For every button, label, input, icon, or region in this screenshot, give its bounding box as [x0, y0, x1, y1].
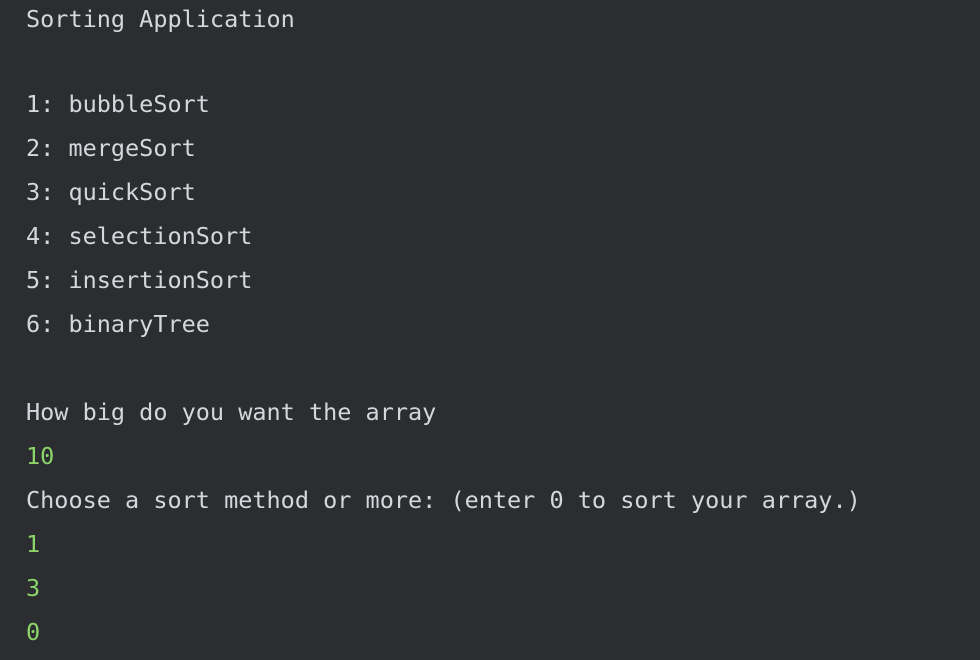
console-output[interactable]: Sorting Application 1: bubbleSort 2: mer…: [26, 0, 966, 660]
array-size-prompt: How big do you want the array: [26, 398, 437, 426]
menu-item-binary-tree: 6: binaryTree: [26, 310, 210, 338]
array-size-input: 10: [26, 442, 55, 470]
menu-item-quick-sort: 3: quickSort: [26, 178, 196, 206]
menu-item-merge-sort: 2: mergeSort: [26, 134, 196, 162]
sort-method-input: 0: [26, 618, 41, 646]
sort-method-input: 1: [26, 530, 41, 558]
app-title: Sorting Application: [26, 5, 295, 33]
menu-item-insertion-sort: 5: insertionSort: [26, 266, 253, 294]
menu-item-selection-sort: 4: selectionSort: [26, 222, 253, 250]
sort-method-prompt: Choose a sort method or more: (enter 0 t…: [26, 486, 861, 514]
menu-item-bubble-sort: 1: bubbleSort: [26, 90, 210, 118]
sort-method-input: 3: [26, 574, 41, 602]
